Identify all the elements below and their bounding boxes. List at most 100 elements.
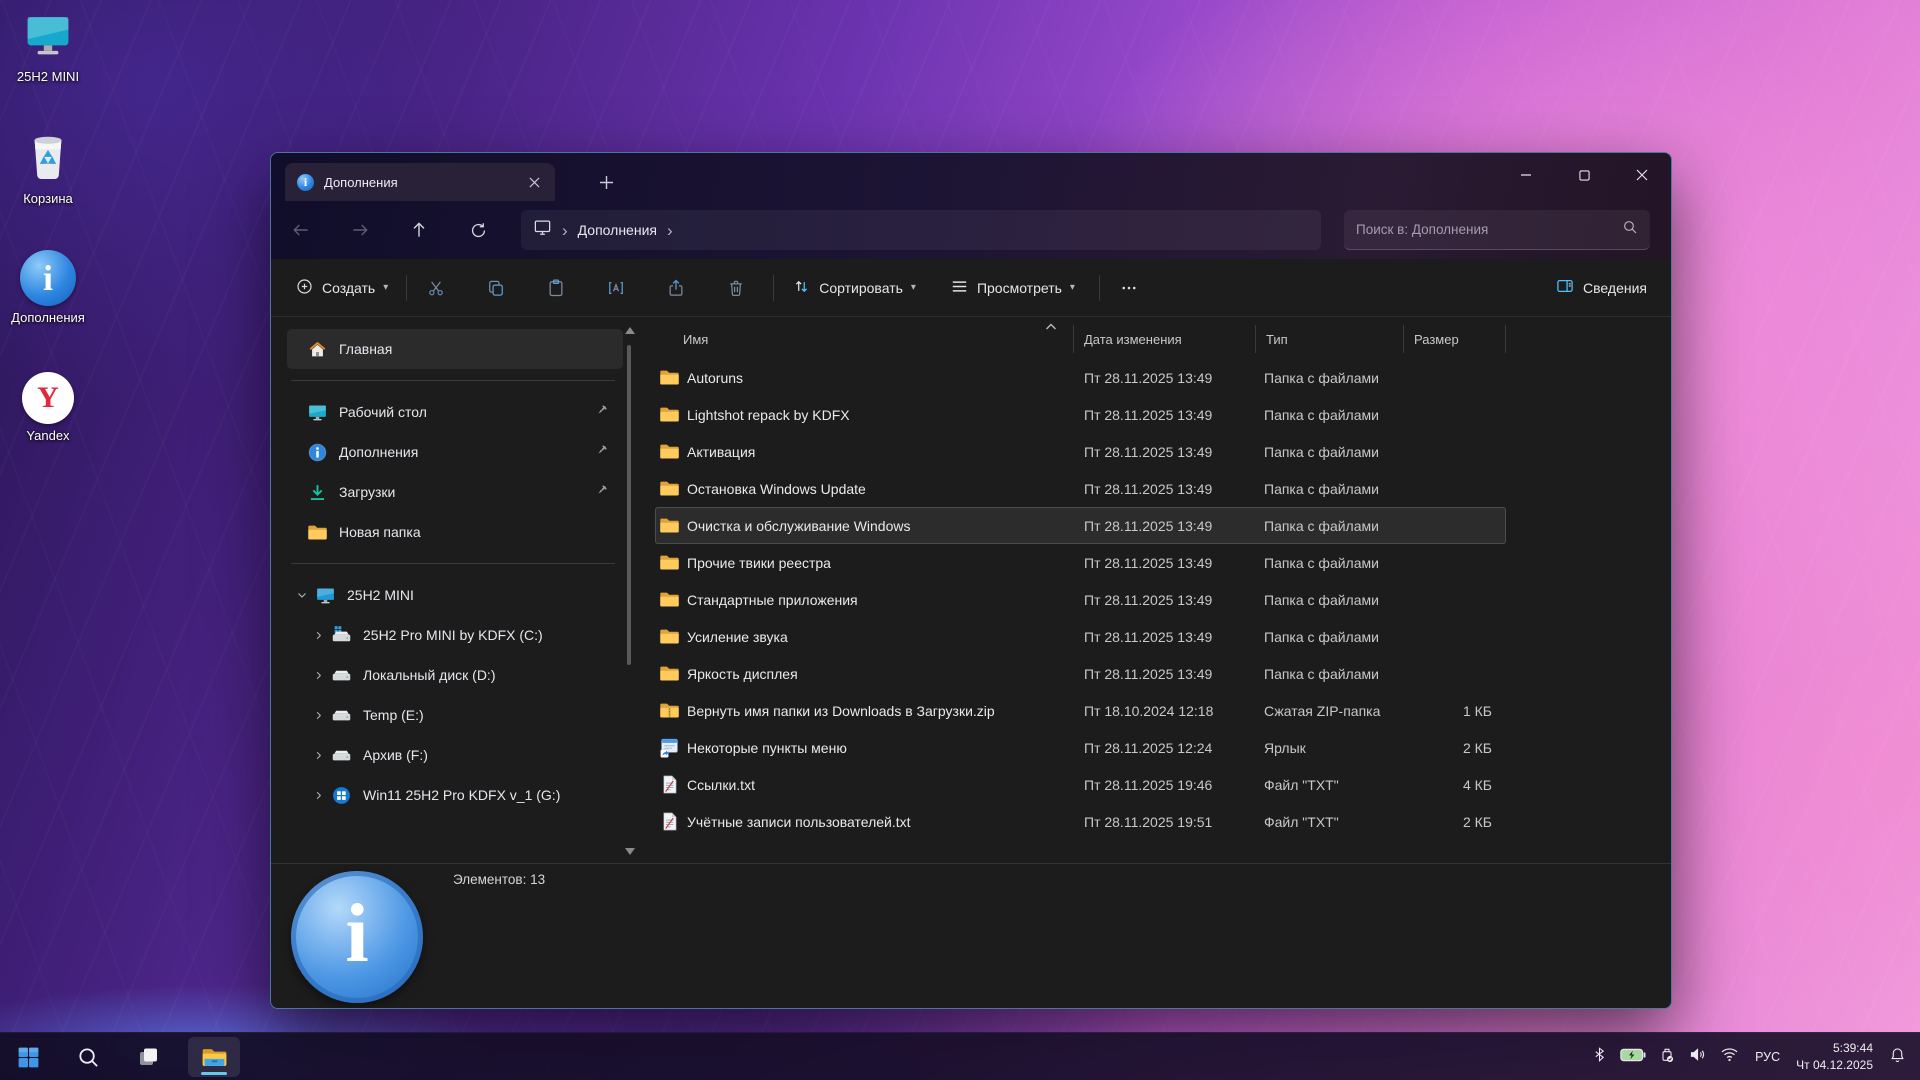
desktop-icon-25h2-mini[interactable]: 25H2 MINI [0, 10, 96, 85]
sidebar-pinned-item[interactable]: Дополнения [287, 432, 623, 472]
sidebar-item-home[interactable]: Главная [287, 329, 623, 369]
sidebar-scrollbar[interactable] [623, 323, 635, 863]
search-button[interactable] [68, 1037, 108, 1077]
rename-icon[interactable] [595, 269, 637, 307]
file-type: Папка с файлами [1256, 370, 1404, 386]
wifi-icon[interactable] [1720, 1047, 1739, 1067]
file-type-icon [659, 811, 680, 832]
scroll-up-icon[interactable] [625, 327, 635, 334]
bluetooth-icon[interactable] [1592, 1046, 1607, 1068]
task-view-button[interactable] [128, 1037, 168, 1077]
language-indicator[interactable]: РУС [1752, 1050, 1783, 1064]
divider [291, 563, 615, 564]
sort-button[interactable]: Сортировать ▾ [782, 269, 926, 307]
chevron-down-icon: ▾ [383, 282, 388, 293]
file-row[interactable]: Усиление звука Пт 28.11.2025 13:49 Папка… [655, 618, 1506, 655]
battery-icon[interactable] [1620, 1047, 1646, 1068]
this-pc-icon[interactable] [533, 218, 552, 242]
usb-safely-remove-icon[interactable] [1659, 1046, 1675, 1069]
file-row[interactable]: Autoruns Пт 28.11.2025 13:49 Папка с фай… [655, 359, 1506, 396]
column-header-type[interactable]: Тип [1256, 325, 1404, 353]
chevron-collapsed-icon[interactable] [309, 670, 327, 681]
file-explorer-button[interactable] [188, 1037, 240, 1077]
file-name: Активация [687, 444, 755, 460]
copy-icon[interactable] [475, 269, 517, 307]
sidebar-drive-item[interactable]: Локальный диск (D:) [287, 655, 623, 695]
sidebar-drive-item[interactable]: Temp (E:) [287, 695, 623, 735]
chevron-collapsed-icon[interactable] [309, 750, 327, 761]
details-pane-button[interactable]: Сведения [1545, 269, 1657, 307]
window-body: Главная Рабочий стол [271, 317, 1671, 863]
delete-icon[interactable] [715, 269, 757, 307]
sidebar-item-label: Локальный диск (D:) [363, 667, 496, 683]
tab-close-icon[interactable] [523, 171, 545, 193]
sidebar-pinned-item[interactable]: Загрузки [287, 472, 623, 512]
file-row[interactable]: Активация Пт 28.11.2025 13:49 Папка с фа… [655, 433, 1506, 470]
chevron-collapsed-icon[interactable] [309, 710, 327, 721]
chevron-collapsed-icon[interactable] [309, 790, 327, 801]
search-icon[interactable] [1622, 219, 1638, 240]
up-icon[interactable] [399, 212, 439, 248]
chevron-right-icon: › [562, 222, 568, 239]
scroll-down-icon[interactable] [625, 848, 635, 855]
file-row[interactable]: Учётные записи пользователей.txt Пт 28.1… [655, 803, 1506, 840]
sidebar-pinned-item[interactable]: Новая папка [287, 512, 623, 552]
file-type-icon [659, 700, 680, 721]
minimize-button[interactable] [1497, 153, 1555, 197]
back-icon[interactable] [281, 212, 321, 248]
close-button[interactable] [1613, 153, 1671, 197]
breadcrumb[interactable]: › Дополнения › [521, 210, 1321, 250]
file-type-icon [659, 441, 680, 462]
file-row[interactable]: Вернуть имя папки из Downloads в Загрузк… [655, 692, 1506, 729]
file-type-icon [659, 626, 680, 647]
file-type-icon [659, 404, 680, 425]
paste-icon[interactable] [535, 269, 577, 307]
share-icon[interactable] [655, 269, 697, 307]
explorer-tab[interactable]: i Дополнения [285, 163, 555, 201]
create-button[interactable]: Создать ▾ [285, 269, 398, 307]
maximize-button[interactable] [1555, 153, 1613, 197]
file-row[interactable]: Прочие твики реестра Пт 28.11.2025 13:49… [655, 544, 1506, 581]
sidebar-drive-item[interactable]: Win11 25H2 Pro KDFX v_1 (G:) [287, 775, 623, 815]
column-header-size[interactable]: Размер [1404, 325, 1506, 353]
tray-time: 5:39:44 [1833, 1041, 1873, 1055]
file-row[interactable]: Яркость дисплея Пт 28.11.2025 13:49 Папк… [655, 655, 1506, 692]
sidebar-tree-root[interactable]: 25H2 MINI [287, 575, 623, 615]
column-header-date[interactable]: Дата изменения [1074, 325, 1256, 353]
file-row[interactable]: Lightshot repack by KDFX Пт 28.11.2025 1… [655, 396, 1506, 433]
breadcrumb-path[interactable]: Дополнения [578, 222, 657, 238]
cut-icon[interactable] [415, 269, 457, 307]
file-row[interactable]: Некоторые пункты меню Пт 28.11.2025 12:2… [655, 729, 1506, 766]
view-button[interactable]: Просмотреть ▾ [940, 269, 1085, 307]
sidebar-drive-item[interactable]: Архив (F:) [287, 735, 623, 775]
file-row[interactable]: Остановка Windows Update Пт 28.11.2025 1… [655, 470, 1506, 507]
sidebar-drive-item[interactable]: 25H2 Pro MINI by KDFX (C:) [287, 615, 623, 655]
new-tab-button[interactable] [593, 169, 619, 195]
notifications-bell-icon[interactable] [1889, 1046, 1906, 1069]
clock[interactable]: 5:39:44 Чт 04.12.2025 [1796, 1040, 1873, 1075]
file-name: Некоторые пункты меню [687, 740, 847, 756]
scrollbar-thumb[interactable] [627, 345, 631, 665]
file-name: Autoruns [687, 370, 743, 386]
chevron-expanded-icon[interactable] [293, 589, 311, 601]
desktop-icon-dopolneniya[interactable]: i Дополнения [0, 250, 96, 326]
search-input[interactable]: Поиск в: Дополнения [1344, 210, 1650, 250]
pin-icon [595, 483, 609, 502]
desktop-icon-yandex[interactable]: Y Yandex [0, 372, 96, 444]
sidebar-pinned-item[interactable]: Рабочий стол [287, 392, 623, 432]
volume-icon[interactable] [1688, 1046, 1707, 1068]
chevron-right-icon[interactable]: › [667, 222, 673, 239]
file-row[interactable]: Ссылки.txt Пт 28.11.2025 19:46 Файл "TXT… [655, 766, 1506, 803]
refresh-icon[interactable] [458, 212, 498, 248]
desktop-icon-recycle-bin[interactable]: Корзина [0, 126, 96, 207]
more-options-icon[interactable] [1108, 269, 1150, 307]
chevron-collapsed-icon[interactable] [309, 630, 327, 641]
file-row[interactable]: Очистка и обслуживание Windows Пт 28.11.… [655, 507, 1506, 544]
file-row[interactable]: Стандартные приложения Пт 28.11.2025 13:… [655, 581, 1506, 618]
sidebar-item-label: Дополнения [339, 444, 418, 460]
forward-icon[interactable] [340, 212, 380, 248]
file-date-modified: Пт 28.11.2025 19:51 [1074, 814, 1256, 830]
column-header-name[interactable]: Имя [655, 325, 1074, 353]
info-icon: i [297, 174, 314, 191]
start-button[interactable] [8, 1037, 48, 1077]
